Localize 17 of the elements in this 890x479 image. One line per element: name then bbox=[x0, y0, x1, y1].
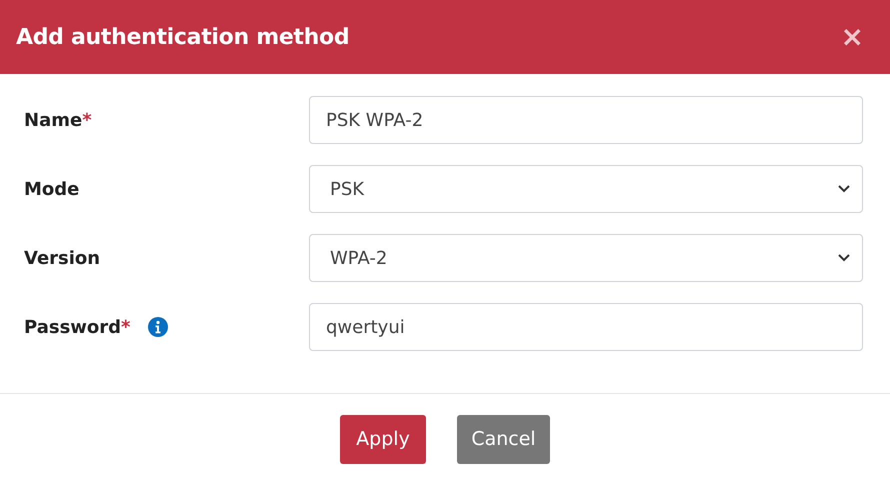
required-mark: * bbox=[82, 108, 92, 132]
input-field[interactable]: qwertyui bbox=[309, 303, 863, 351]
chevron-down-icon bbox=[838, 254, 850, 262]
close-button[interactable]: × bbox=[840, 23, 864, 51]
field-label: Mode bbox=[24, 178, 80, 202]
chevron-down-icon bbox=[838, 185, 850, 193]
info-icon[interactable] bbox=[148, 317, 168, 337]
select-field[interactable]: PSK bbox=[309, 165, 863, 213]
cancel-button[interactable]: Cancel bbox=[457, 415, 550, 464]
apply-button[interactable]: Apply bbox=[340, 415, 426, 464]
field-label: Name bbox=[24, 108, 82, 132]
select-field[interactable]: WPA-2 bbox=[309, 234, 863, 282]
field-label: Version bbox=[24, 246, 100, 270]
input-field[interactable]: PSK WPA-2 bbox=[309, 96, 863, 144]
field-label: Password bbox=[24, 316, 122, 340]
required-mark: * bbox=[121, 316, 130, 340]
dialog-title: Add authentication method bbox=[16, 24, 350, 52]
